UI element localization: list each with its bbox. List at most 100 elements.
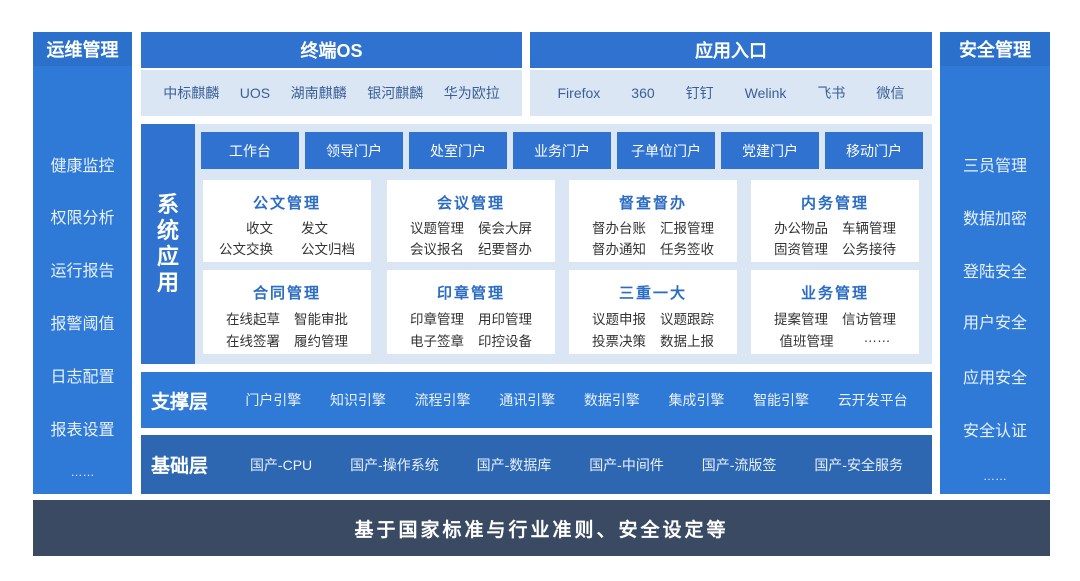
module-item: 固资管理 — [774, 242, 828, 257]
sec-item-user: 用户安全 — [962, 315, 1027, 332]
module-item: 纪要督办 — [478, 242, 532, 257]
sec-item-encryption: 数据加密 — [962, 211, 1027, 228]
support-item: 流程引擎 — [414, 392, 471, 408]
module-title: 合同管理 — [252, 285, 321, 302]
module-item: 用印管理 — [478, 312, 532, 327]
module-item: 汇报管理 — [660, 221, 714, 236]
os-item: 中标麒麟 — [163, 85, 220, 101]
module-item: 车辆管理 — [842, 221, 896, 236]
module-item: 印章管理 — [410, 312, 464, 327]
os-item: 湖南麒麟 — [290, 85, 347, 101]
sec-item-three-admin: 三员管理 — [962, 158, 1027, 175]
module-item: 智能审批 — [294, 312, 348, 327]
app-entry-item: Welink — [744, 85, 787, 101]
app-entry-item: 钉钉 — [685, 85, 714, 101]
support-item: 门户引擎 — [245, 392, 302, 408]
ops-item-report: 运行报告 — [50, 263, 115, 280]
ops-item-more: …… — [70, 465, 95, 479]
standards-footer: 基于国家标准与行业准则、安全设定等 — [33, 500, 1050, 556]
module-card-major-decisions: 三重一大 议题申报 议题跟踪 投票决策 数据上报 — [569, 270, 737, 354]
support-layer: 支撑层 门户引擎 知识引擎 流程引擎 通讯引擎 数据引擎 集成引擎 智能引擎 云… — [141, 372, 932, 428]
module-item: 议题申报 — [592, 312, 646, 327]
module-item: 印控设备 — [478, 334, 532, 349]
module-title: 公文管理 — [252, 195, 321, 212]
portal-division: 处室门户 — [409, 132, 507, 169]
module-item: 侯会大屏 — [478, 221, 532, 236]
module-item: 投票决策 — [592, 334, 646, 349]
os-item: 华为欧拉 — [443, 85, 500, 101]
base-item: 国产-数据库 — [476, 456, 552, 473]
module-title: 督查督办 — [618, 195, 687, 212]
ops-management-panel: 运维管理 健康监控 权限分析 运行报告 报警阈值 日志配置 报表设置 …… — [33, 32, 132, 494]
sec-item-more: …… — [983, 469, 1007, 483]
module-item: 议题管理 — [410, 221, 464, 236]
module-card-document: 公文管理 收文 发文 公文交换 公文归档 — [203, 180, 371, 262]
system-apps-label: 系 统 应 用 — [141, 124, 195, 364]
app-entry-item: 飞书 — [817, 85, 846, 101]
module-item: 值班管理 — [779, 334, 834, 349]
system-apps-label-char: 系 — [156, 192, 179, 217]
base-item: 国产-CPU — [249, 456, 313, 473]
module-item: 督办通知 — [592, 242, 646, 257]
module-title: 业务管理 — [800, 285, 869, 302]
security-management-title: 安全管理 — [940, 32, 1050, 66]
security-management-panel: 安全管理 三员管理 数据加密 登陆安全 用户安全 应用安全 安全认证 …… — [940, 32, 1050, 494]
terminal-os-title: 终端OS — [141, 32, 522, 68]
module-item: 会议报名 — [410, 242, 464, 257]
app-entry-item: 360 — [631, 85, 655, 101]
portal-workbench: 工作台 — [201, 132, 299, 169]
system-apps-label-char: 应 — [156, 244, 179, 269]
system-apps-label-char: 用 — [156, 270, 179, 295]
module-item: 公文交换 — [219, 242, 273, 257]
portal-business: 业务门户 — [513, 132, 611, 169]
module-card-business: 业务管理 提案管理 信访管理 值班管理 …… — [751, 270, 919, 354]
base-item: 国产-流版签 — [701, 456, 777, 473]
module-title: 印章管理 — [436, 285, 505, 302]
app-entry-item: 微信 — [876, 85, 905, 101]
sec-item-app: 应用安全 — [962, 370, 1027, 387]
ops-item-permission: 权限分析 — [50, 210, 115, 227]
module-card-supervision: 督查督办 督办台账 汇报管理 督办通知 任务签收 — [569, 180, 737, 262]
module-item: 电子签章 — [410, 334, 464, 349]
portal-leader: 领导门户 — [305, 132, 403, 169]
module-item: 公文归档 — [301, 242, 355, 257]
ops-item-reportset: 报表设置 — [50, 422, 115, 439]
base-item: 国产-安全服务 — [814, 456, 903, 473]
module-card-internal: 内务管理 办公物品 车辆管理 固资管理 公务接待 — [751, 180, 919, 262]
support-item: 云开发平台 — [837, 392, 908, 408]
app-entry-item: Firefox — [557, 85, 601, 101]
base-item: 国产-操作系统 — [350, 456, 439, 473]
module-item: 公务接待 — [842, 242, 896, 257]
module-item: 信访管理 — [842, 312, 896, 327]
support-item: 知识引擎 — [329, 392, 386, 408]
sec-item-login: 登陆安全 — [962, 264, 1027, 281]
portal-party: 党建门户 — [721, 132, 819, 169]
module-item: 任务签收 — [660, 242, 714, 257]
ops-item-health: 健康监控 — [50, 158, 115, 175]
module-item: 发文 — [301, 221, 328, 236]
module-card-contract: 合同管理 在线起草 智能审批 在线签署 履约管理 — [203, 270, 371, 354]
base-layer-title: 基础层 — [151, 456, 209, 477]
ops-management-title: 运维管理 — [33, 32, 132, 66]
os-item: 银河麒麟 — [367, 85, 424, 101]
app-entry-list: Firefox 360 钉钉 Welink 飞书 微信 — [530, 70, 932, 116]
portal-subunit: 子单位门户 — [617, 132, 715, 169]
module-title: 内务管理 — [800, 195, 869, 212]
support-item: 通讯引擎 — [499, 392, 556, 408]
support-item: 智能引擎 — [753, 392, 810, 408]
module-title: 会议管理 — [436, 195, 505, 212]
module-item: 议题跟踪 — [660, 312, 714, 327]
ops-item-log: 日志配置 — [50, 369, 115, 386]
module-item: 办公物品 — [774, 221, 828, 236]
base-item: 国产-中间件 — [589, 456, 664, 473]
system-apps-label-char: 统 — [156, 218, 179, 243]
os-item: UOS — [239, 85, 271, 101]
module-item: 督办台账 — [592, 221, 646, 236]
module-item: 数据上报 — [660, 334, 714, 349]
base-layer: 基础层 国产-CPU 国产-操作系统 国产-数据库 国产-中间件 国产-流版签 … — [141, 435, 932, 494]
module-item: 提案管理 — [774, 312, 828, 327]
ops-item-alarm: 报警阈值 — [50, 316, 115, 333]
module-card-seal: 印章管理 印章管理 用印管理 电子签章 印控设备 — [387, 270, 555, 354]
portal-mobile: 移动门户 — [825, 132, 923, 169]
module-item: 在线签署 — [226, 334, 280, 349]
